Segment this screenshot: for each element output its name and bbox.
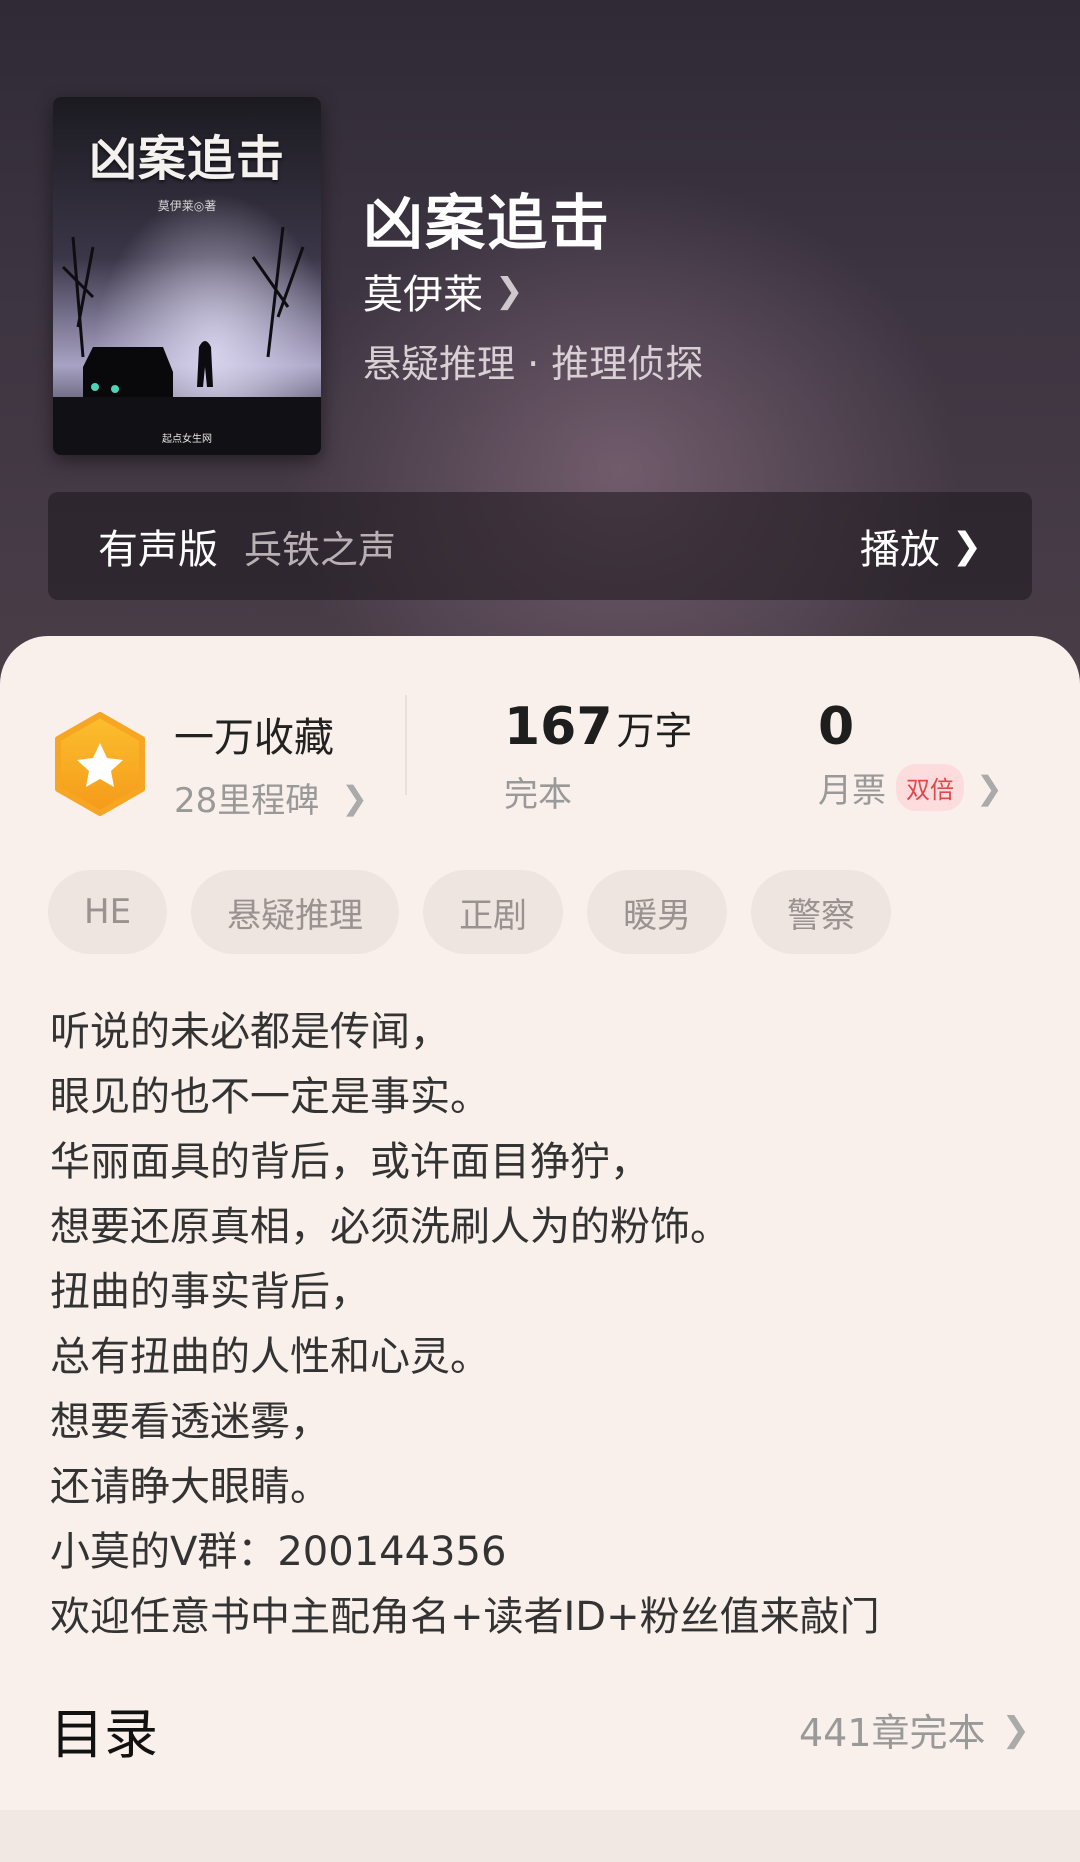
cover-publisher: 起点女生网 [162,434,212,445]
tag-chip[interactable]: 悬疑推理 [191,870,400,954]
description-line: 眼见的也不一定是事实。 [50,1074,490,1120]
book-header: 凶案追击 莫伊莱◎著 起点女生网 凶案追击 莫伊莱 ❯ 悬疑推理 · 推理侦探 … [0,0,1080,700]
tag-chip[interactable]: HE [48,870,168,954]
description-line: 总有扭曲的人性和心灵。 [50,1334,490,1380]
description-line: 华丽面具的背后，或许面目狰狞， [50,1139,650,1185]
section-separator [0,1810,1080,1862]
milestone-text: 28里程碑 [174,781,320,821]
monthly-ticket-stat[interactable]: 0 月票 双倍 ❯ [818,697,1003,812]
description-line: 想要看透迷雾， [50,1399,330,1445]
author-name: 莫伊莱 [363,272,483,318]
tag-chip[interactable]: 正剧 [423,870,564,954]
audio-version-bar[interactable]: 有声版 兵铁之声 播放 ❯ [48,492,1032,600]
description-line: 欢迎任意书中主配角名+读者ID+粉丝值来敲门 [50,1594,880,1640]
chevron-right-icon: ❯ [951,525,982,567]
word-count-number: 167 [504,697,613,757]
tag-chip[interactable]: 暖男 [587,870,728,954]
word-count-stat: 167 万字 完本 [504,697,693,816]
cover-author: 莫伊莱◎著 [157,199,217,213]
description-line: 扭曲的事实背后， [50,1269,370,1315]
chevron-right-icon: ❯ [1001,1709,1031,1750]
book-title: 凶案追击 [363,189,611,259]
chevron-right-icon: ❯ [341,778,369,817]
favorites-title: 一万收藏 [174,715,334,761]
ticket-count: 0 [818,697,855,757]
table-of-contents-row[interactable]: 目录 441章完本 ❯ [50,1690,1030,1769]
play-label: 播放 [859,527,940,573]
audio-label: 有声版 [98,527,218,573]
tag-list: HE 悬疑推理 正剧 暖男 警察 [48,870,915,954]
description-line: 听说的未必都是传闻， [50,1009,450,1055]
chevron-right-icon: ❯ [495,271,524,311]
star-hexagon-icon [55,711,145,816]
author-link[interactable]: 莫伊莱 ❯ [363,262,524,320]
word-count-unit: 万字 [616,709,693,753]
play-button[interactable]: 播放 ❯ [860,517,982,575]
chevron-right-icon: ❯ [976,768,1003,807]
book-genre: 悬疑推理 · 推理侦探 [363,342,704,386]
completion-status: 完本 [504,775,572,815]
toc-title: 目录 [50,1703,158,1766]
cover-title: 凶案追击 [88,131,285,187]
description-line: 小莫的V群：200144356 [50,1529,507,1575]
ticket-label: 月票 [818,771,886,811]
tag-chip[interactable]: 警察 [751,870,892,954]
description-line: 还请睁大眼睛。 [50,1464,330,1510]
stat-divider [405,695,407,795]
audio-narrator: 兵铁之声 [244,527,397,572]
double-badge: 双倍 [896,764,964,811]
chapter-summary: 441章完本 [798,1711,986,1755]
description-line: 想要还原真相，必须洗刷人为的粉饰。 [50,1204,730,1250]
book-description[interactable]: 听说的未必都是传闻， 眼见的也不一定是事实。 华丽面具的背后，或许面目狰狞， 想… [50,1000,880,1650]
book-cover[interactable]: 凶案追击 莫伊莱◎著 起点女生网 [53,97,321,455]
favorites-stat[interactable]: 一万收藏 28里程碑 ❯ [52,705,368,822]
